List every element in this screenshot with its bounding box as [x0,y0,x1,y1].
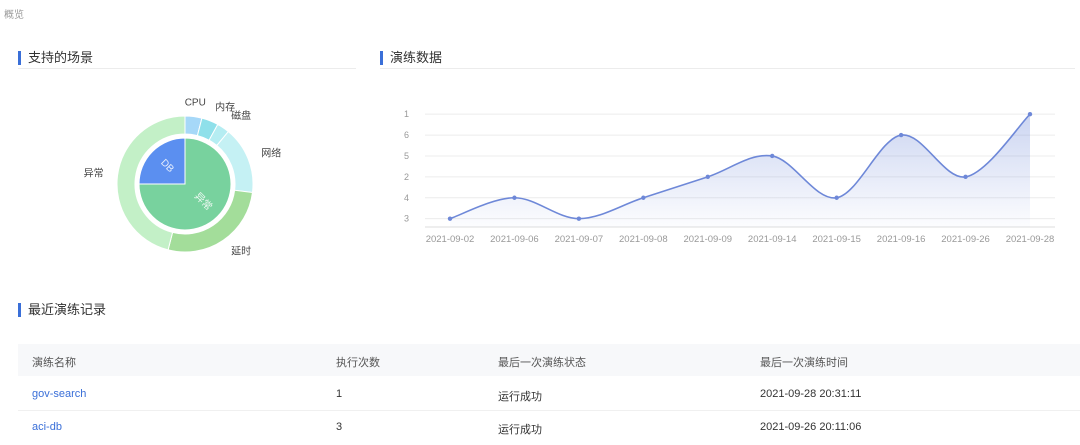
scenes-divider [18,68,356,69]
x-tick-label: 2021-09-09 [683,234,732,245]
record-count: 1 [336,388,343,400]
table-row: aci-db 3 运行成功 2021-09-26 20:11:06 [18,411,1080,444]
data-point[interactable] [447,216,453,221]
data-point[interactable] [705,174,710,180]
x-tick-label: 2021-09-28 [1006,234,1055,245]
table-header: 演练名称 执行次数 最后一次演练状态 最后一次演练时间 [18,344,1080,376]
y-tick-label: 3 [404,214,409,224]
column-header-status: 最后一次演练状态 [498,357,586,369]
x-tick-label: 2021-09-08 [619,234,668,245]
x-tick-label: 2021-09-14 [748,234,797,245]
x-tick-label: 2021-09-06 [490,234,539,245]
sunburst-outer-label: CPU [185,97,206,108]
record-count: 3 [336,421,343,433]
y-tick-label: 1 [404,109,409,119]
sunburst-outer-label: 磁盘 [231,109,251,122]
column-header-time: 最后一次演练时间 [760,357,848,369]
data-point[interactable] [898,132,904,138]
series-area [450,114,1030,227]
sunburst-outer-label: 网络 [261,146,281,159]
column-header-count: 执行次数 [336,357,380,369]
data-point[interactable] [641,195,646,200]
scenes-sunburst-chart: CPU 内存磁盘网络延时异常异常DB [84,97,282,257]
table-row: gov-search 1 运行成功 2021-09-28 20:31:11 [18,378,1080,411]
drill-divider [380,68,1075,69]
record-status: 运行成功 [498,424,542,436]
data-point[interactable] [512,195,517,200]
record-name-link[interactable]: gov-search [32,388,86,400]
sunburst-outer-label: 异常 [84,166,104,179]
column-header-name: 演练名称 [32,357,76,369]
x-tick-label: 2021-09-15 [812,234,861,245]
y-tick-label: 5 [404,151,409,161]
drill-line-chart: 3 4 2 5 6 1 2021-09-02 2021-09-06 2021-09-07 202… [404,109,1055,245]
data-point[interactable] [834,195,839,200]
x-tick-label: 2021-09-26 [941,234,990,245]
data-point[interactable] [770,153,775,159]
records-title: 最近演练记录 [18,303,106,317]
drill-title: 演练数据 [380,51,442,65]
y-tick-label: 4 [404,193,409,203]
sunburst-outer-label: 延时 [231,245,251,257]
x-tick-label: 2021-09-16 [877,234,926,245]
breadcrumb: 概览 [4,10,24,21]
record-time: 2021-09-26 20:11:06 [760,421,862,433]
record-time: 2021-09-28 20:31:11 [760,388,862,400]
y-tick-label: 6 [404,130,409,140]
y-tick-label: 2 [404,172,409,182]
data-point[interactable] [576,216,582,221]
data-point[interactable] [1027,111,1033,117]
x-tick-label: 2021-09-07 [555,234,604,245]
data-point[interactable] [963,174,968,180]
record-status: 运行成功 [498,391,542,403]
record-name-link[interactable]: aci-db [32,421,62,433]
scenes-title: 支持的场景 [18,51,93,65]
x-tick-label: 2021-09-02 [426,234,475,245]
